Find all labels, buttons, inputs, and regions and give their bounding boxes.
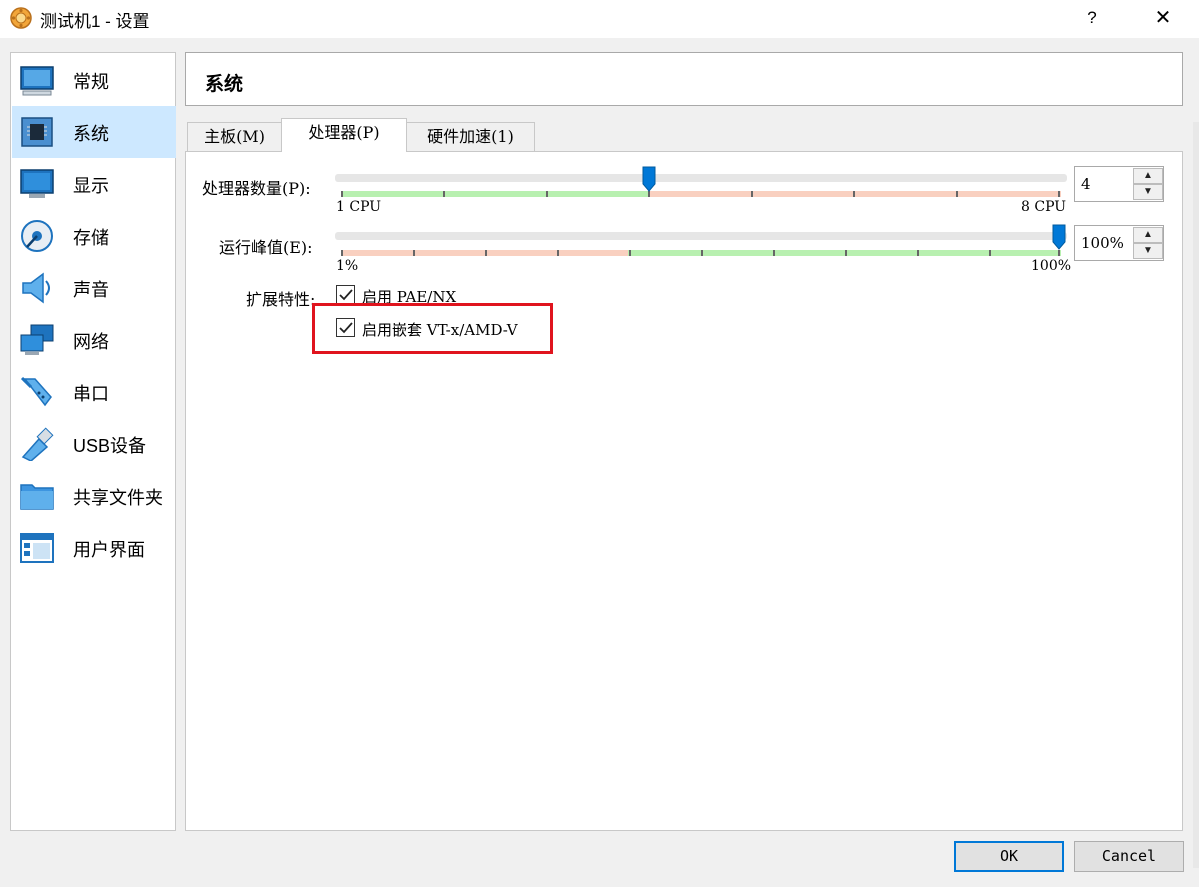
sidebar-item-label: 共享文件夹 [73,488,163,508]
sidebar-item-label: 显示 [73,176,109,196]
execution-cap-spinbox[interactable]: 100% ▲ ▼ [1074,225,1164,261]
window-edge [1193,122,1199,868]
ok-button[interactable]: OK [954,841,1064,872]
slider-tick [629,250,631,256]
usb-icon [21,427,54,461]
slider-tick [341,191,343,197]
execution-cap-label: 运行峰值(E): [219,238,313,257]
sidebar-item-label: 串口 [73,384,109,404]
sidebar-item-audio[interactable]: 声音 [12,262,176,314]
audio-icon [22,272,50,304]
sidebar-item-system[interactable]: 系统 [12,106,176,158]
slider-tick [485,250,487,256]
tab-acceleration[interactable]: 硬件加速(1) [406,122,535,152]
sidebar-item-serial-port[interactable]: 串口 [12,366,176,418]
execution-cap-min-label: 1% [336,258,359,274]
cpu-count-max-label: 8 CPU [1021,199,1067,215]
slider-tick [1058,191,1060,197]
sidebar-item-label: 系统 [73,124,109,144]
storage-icon [21,220,53,252]
general-icon [20,66,54,96]
slider-tick [773,250,775,256]
slider-tick [751,191,753,197]
page-title: 系统 [205,74,244,95]
cpu-count-slider-handle[interactable] [642,166,656,192]
spin-down-button[interactable]: ▼ [1133,243,1163,259]
slider-tick [443,191,445,197]
slider-tick [917,250,919,256]
cpu-count-red-zone [649,191,1061,197]
cpu-count-min-label: 1 CPU [336,199,382,215]
sidebar-item-usb[interactable]: USB设备 [12,418,176,470]
tab-processor[interactable]: 处理器(P) [281,118,407,152]
sidebar-item-shared-folder[interactable]: 共享文件夹 [12,470,176,522]
close-button[interactable]: ✕ [1146,0,1180,36]
slider-tick [557,250,559,256]
slider-tick [701,250,703,256]
slider-tick [989,250,991,256]
virtualbox-app-icon [10,7,32,29]
execution-cap-slider-track[interactable] [335,232,1067,240]
sidebar-item-user-interface[interactable]: 用户界面 [12,522,176,574]
sidebar-item-label: 用户界面 [73,540,145,560]
cancel-button[interactable]: Cancel [1074,841,1184,872]
slider-tick [546,191,548,197]
annotation-highlight-box [312,303,553,354]
cpu-count-spinbox[interactable]: 4 ▲ ▼ [1074,166,1164,202]
shared-folder-icon [20,484,54,510]
spin-up-button[interactable]: ▲ [1133,168,1163,184]
help-button[interactable]: ? [1074,0,1110,36]
checkmark-icon [339,289,353,301]
title-bar: 测试机1 - 设置 ? ✕ [0,0,1199,38]
sidebar-item-label: 网络 [73,332,109,352]
cpu-count-label: 处理器数量(P): [202,179,311,198]
execution-cap-value[interactable]: 100% [1081,234,1124,252]
sidebar-item-label: 存储 [73,228,109,248]
sidebar-item-general[interactable]: 常规 [12,54,176,106]
section-header: 系统 [185,52,1183,106]
sidebar-item-label: 常规 [73,72,109,92]
settings-sidebar: 常规 系统 显示 存储 声音 网络 串口 USB设备 共享文件夹 用户界面 [10,52,176,831]
sidebar-item-label: 声音 [73,280,109,300]
spin-down-button[interactable]: ▼ [1133,184,1163,200]
display-icon [20,169,54,198]
execution-cap-max-label: 100% [1031,258,1072,274]
slider-tick [341,250,343,256]
sidebar-item-network[interactable]: 网络 [12,314,176,366]
slider-tick [956,191,958,197]
system-icon [21,117,53,147]
cpu-count-green-zone [341,191,649,197]
network-icon [20,324,54,355]
cpu-count-value[interactable]: 4 [1081,175,1091,193]
sidebar-item-display[interactable]: 显示 [12,158,176,210]
tab-motherboard[interactable]: 主板(M) [187,122,282,152]
slider-tick [853,191,855,197]
cpu-count-slider-track[interactable] [335,174,1067,182]
slider-tick [845,250,847,256]
serial-port-icon [20,376,52,407]
window-title: 测试机1 - 设置 [40,12,150,31]
execution-cap-slider-handle[interactable] [1052,224,1066,250]
sidebar-item-label: USB设备 [73,436,147,456]
pae-nx-checkbox[interactable] [336,285,355,304]
spin-up-button[interactable]: ▲ [1133,227,1163,243]
user-interface-icon [20,533,54,563]
slider-tick [1058,250,1060,256]
slider-tick [413,250,415,256]
extended-features-label: 扩展特性: [246,290,316,309]
sidebar-item-storage[interactable]: 存储 [12,210,176,262]
